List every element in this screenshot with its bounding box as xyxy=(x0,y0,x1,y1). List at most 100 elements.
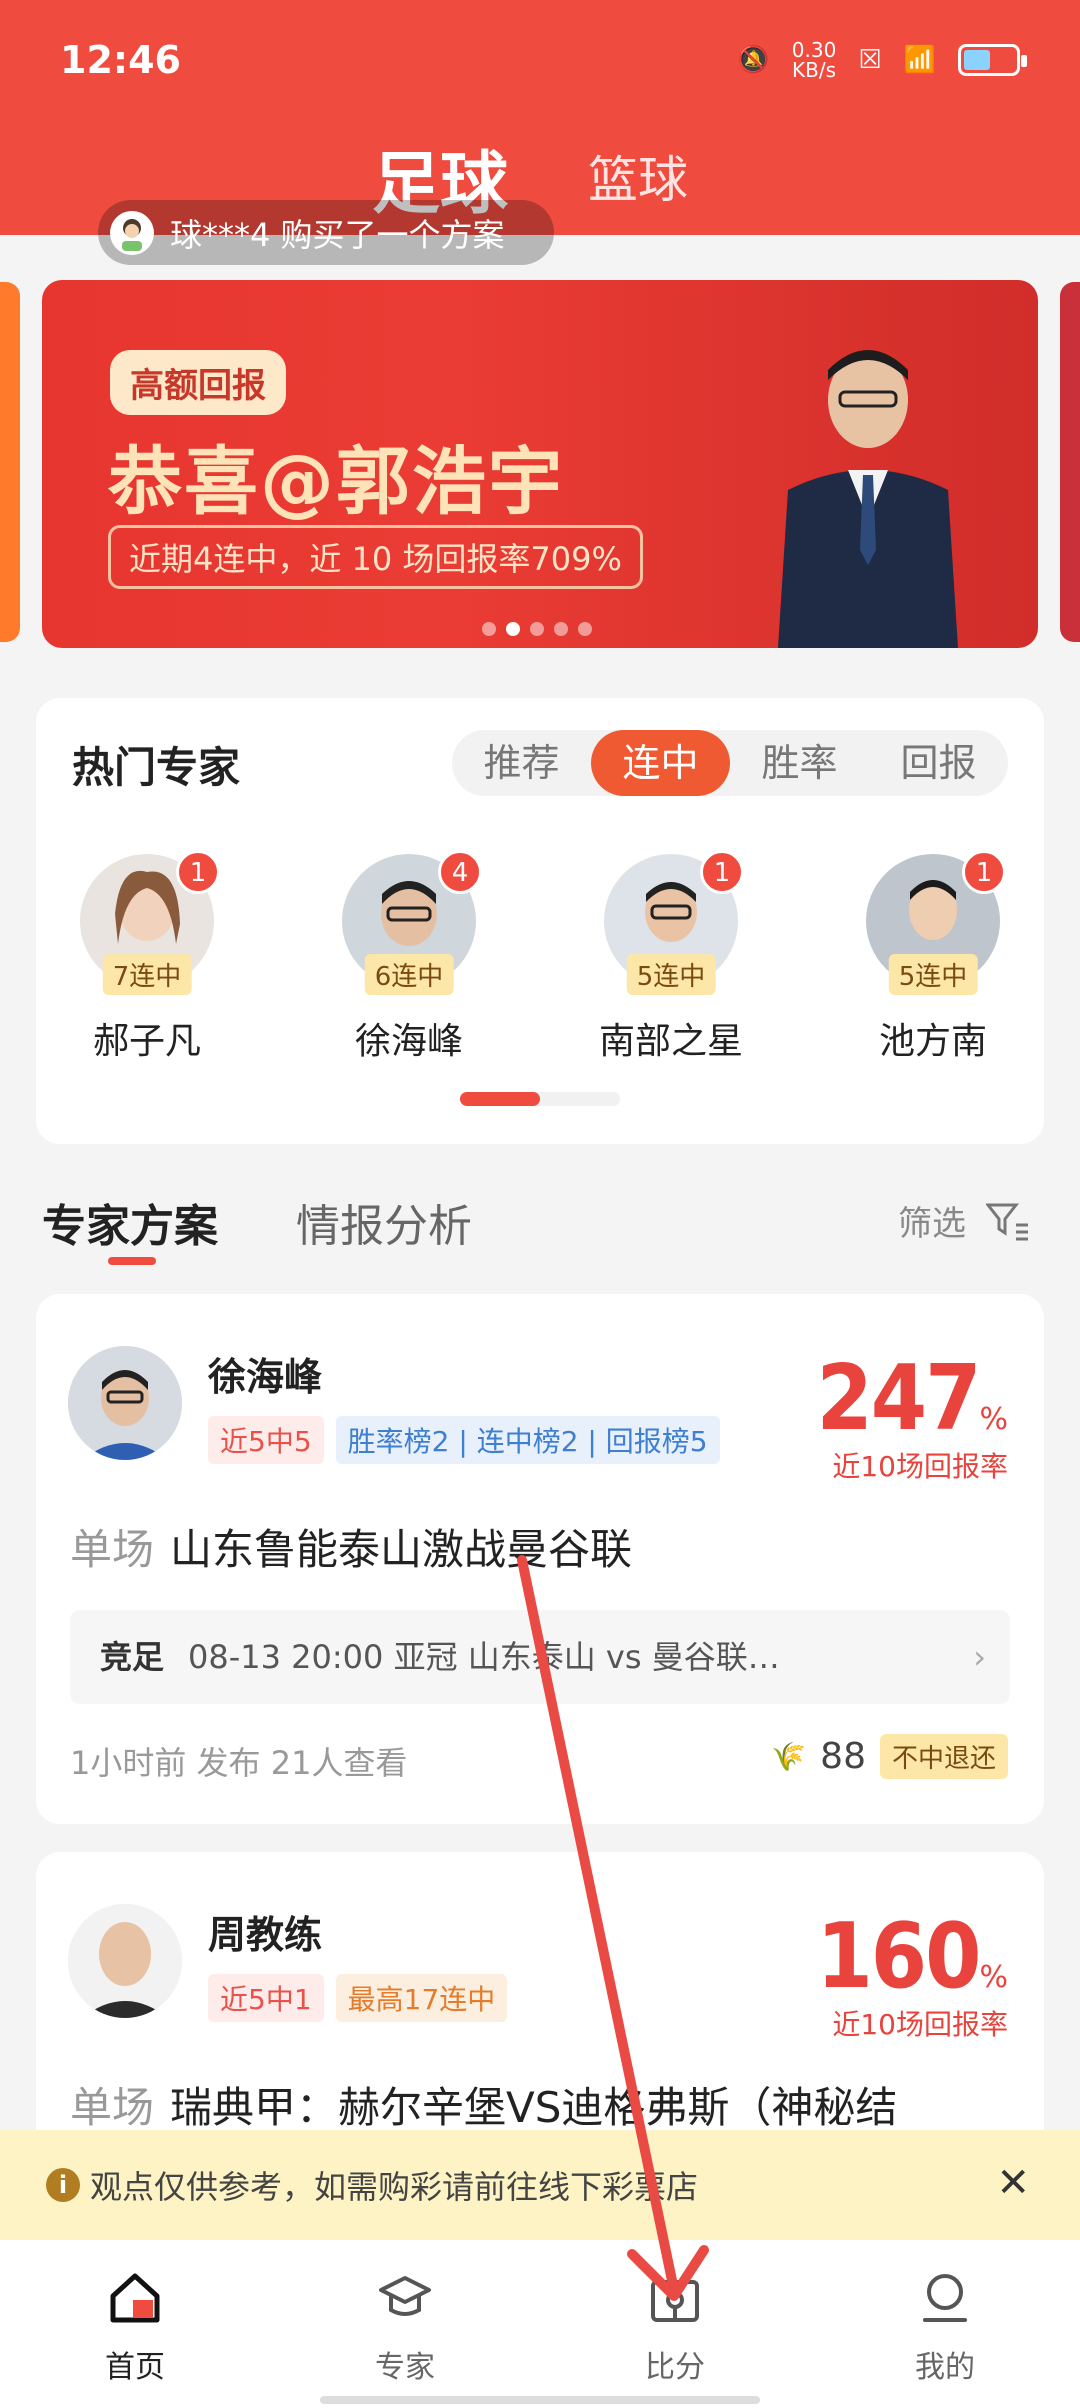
segment-winrate[interactable]: 胜率 xyxy=(730,730,869,796)
record-tag: 近5中5 xyxy=(208,1416,324,1464)
nav-label: 首页 xyxy=(105,2350,165,2385)
status-bar: 12:46 🔕 0.30 KB/s ☒ 📶 xyxy=(0,0,1080,120)
filter-button[interactable]: 筛选 xyxy=(898,1196,1030,1245)
ranking-segment: 推荐 连中 胜率 回报 xyxy=(452,730,1008,796)
close-icon[interactable]: ✕ xyxy=(996,2160,1030,2206)
avatar xyxy=(68,1346,182,1460)
home-icon xyxy=(110,2273,160,2323)
coin-icon: 🌾 xyxy=(771,1740,807,1773)
plan-title: 单场 瑞典甲：赫尔辛堡VS迪格弗斯（神秘结 xyxy=(70,2074,897,2135)
profile-icon xyxy=(923,2274,967,2322)
nav-profile[interactable]: 我的 xyxy=(810,2240,1080,2408)
filter-label: 筛选 xyxy=(898,1204,966,1244)
banner-next-peek[interactable] xyxy=(1060,282,1080,642)
streak-tag: 6连中 xyxy=(364,954,454,995)
disclaimer-text: 观点仅供参考，如需购彩请前往线下彩票店 xyxy=(90,2168,699,2206)
nav-label: 比分 xyxy=(645,2350,705,2385)
match-info: 08-13 20:00 亚冠 山东泰山 vs 曼谷联… xyxy=(188,1638,780,1676)
net-speed: 0.30 KB/s xyxy=(791,38,837,82)
tab-intel-analysis[interactable]: 情报分析 xyxy=(296,1190,472,1254)
streak-tag: 7连中 xyxy=(102,954,192,995)
bottom-nav: 首页 专家 比分 我的 xyxy=(0,2240,1080,2408)
return-rate-label: 近10场回报率 xyxy=(832,1450,1008,1483)
plan-card[interactable]: 周教练 近5中1 最高17连中 160% 近10场回报率 单场 瑞典甲：赫尔辛堡V… xyxy=(36,1852,1044,2152)
rank-tag: 胜率榜2 | 连中榜2 | 回报榜5 xyxy=(335,1416,720,1464)
hot-experts-title: 热门专家 xyxy=(72,743,241,792)
promo-banner[interactable]: 高额回报 恭喜@郭浩宇 近期4连中，近 10 场回报率709% xyxy=(42,280,1038,648)
banner-prev-peek[interactable] xyxy=(0,282,20,642)
return-rate-value: 160 xyxy=(816,1904,981,2009)
banner-pill: 高额回报 xyxy=(110,350,286,415)
return-rate-unit: % xyxy=(979,1402,1008,1437)
nav-home[interactable]: 首页 xyxy=(0,2240,270,2408)
nav-scores[interactable]: 比分 xyxy=(540,2240,810,2408)
wifi-icon: 📶 xyxy=(903,45,936,75)
segment-recommend[interactable]: 推荐 xyxy=(452,730,591,796)
banner-dots xyxy=(482,622,592,636)
active-tab-underline xyxy=(108,1257,156,1265)
return-rate: 247% 近10场回报率 xyxy=(816,1346,1008,1485)
avatar xyxy=(68,1904,182,2018)
plan-title-text: 山东鲁能泰山激战曼谷联 xyxy=(170,1525,633,1574)
segment-streak[interactable]: 连中 xyxy=(591,730,730,796)
expert-name: 徐海峰 xyxy=(208,1355,323,1399)
mute-icon: 🔕 xyxy=(737,45,770,75)
banner-headline: 恭喜@郭浩宇 xyxy=(108,439,564,525)
nav-label: 专家 xyxy=(375,2350,435,2385)
expert-name: 南部之星 xyxy=(598,1021,743,1062)
info-icon: i xyxy=(46,2168,80,2202)
status-icons: 🔕 0.30 KB/s ☒ 📶 xyxy=(737,38,1027,82)
return-rate-label: 近10场回报率 xyxy=(832,2008,1008,2041)
graduation-cap-icon xyxy=(379,2276,431,2316)
battery-icon xyxy=(958,44,1027,76)
refund-tag: 不中退还 xyxy=(879,1734,1008,1779)
home-indicator xyxy=(320,2396,760,2404)
streak-tag: 最高17连中 xyxy=(335,1974,508,2022)
hot-experts-card: 热门专家 推荐 连中 胜率 回报 1 7连中 郝子凡 4 6连中 徐海峰 1 5… xyxy=(36,698,1044,1144)
expert-scroll-indicator xyxy=(460,1092,620,1106)
nav-label: 我的 xyxy=(915,2350,975,2385)
tab-basketball[interactable]: 篮球 xyxy=(588,140,688,212)
user-avatar-icon xyxy=(110,210,154,255)
unread-badge: 1 xyxy=(176,850,220,894)
expert-photo xyxy=(778,350,958,648)
expert-item[interactable]: 1 7连中 郝子凡 xyxy=(72,850,222,1064)
expert-item[interactable]: 1 5连中 池方南 xyxy=(858,850,1008,1064)
status-time: 12:46 xyxy=(60,38,181,82)
nav-experts[interactable]: 专家 xyxy=(270,2240,540,2408)
unread-badge: 1 xyxy=(962,850,1006,894)
post-meta: 1小时前 发布 21人查看 xyxy=(70,1744,408,1782)
tab-expert-plans[interactable]: 专家方案 xyxy=(42,1190,218,1254)
price-block: 🌾 88 不中退还 xyxy=(771,1734,1008,1779)
plan-type: 单场 xyxy=(70,2083,155,2132)
plan-type: 单场 xyxy=(70,1525,155,1574)
plan-card[interactable]: 徐海峰 近5中5 胜率榜2 | 连中榜2 | 回报榜5 247% 近10场回报率… xyxy=(36,1294,1044,1824)
streak-tag: 5连中 xyxy=(888,954,978,995)
marquee-text: 球***4 购买了一个方案 xyxy=(170,215,505,254)
expert-name: 周教练 xyxy=(208,1913,323,1957)
expert-name: 池方南 xyxy=(878,1021,987,1062)
expert-item[interactable]: 1 5连中 南部之星 xyxy=(596,850,746,1064)
expert-tags: 近5中1 最高17连中 xyxy=(208,1974,508,2022)
expert-name: 徐海峰 xyxy=(354,1021,463,1062)
filter-icon xyxy=(986,1203,1028,1240)
scoreboard-icon xyxy=(651,2280,699,2322)
return-rate: 160% 近10场回报率 xyxy=(816,1904,1008,2043)
chevron-right-icon: › xyxy=(973,1638,986,1676)
screen: { "status": { "time": "12:46", "net_spee… xyxy=(0,0,1080,2408)
plan-title-text: 瑞典甲：赫尔辛堡VS迪格弗斯（神秘结 xyxy=(170,2083,898,2132)
expert-item[interactable]: 4 6连中 徐海峰 xyxy=(334,850,484,1064)
close-box-icon: ☒ xyxy=(858,45,882,75)
disclaimer-bar: i 观点仅供参考，如需购彩请前往线下彩票店 ✕ xyxy=(0,2130,1080,2240)
expert-name: 郝子凡 xyxy=(92,1021,201,1062)
banner-subline: 近期4连中，近 10 场回报率709% xyxy=(108,525,643,589)
match-row[interactable]: 竞足 08-13 20:00 亚冠 山东泰山 vs 曼谷联… › xyxy=(70,1610,1010,1704)
record-tag: 近5中1 xyxy=(208,1974,324,2022)
league-tag: 竞足 xyxy=(100,1638,165,1676)
return-rate-value: 247 xyxy=(816,1346,981,1451)
expert-list: 1 7连中 郝子凡 4 6连中 徐海峰 1 5连中 南部之星 1 5连中 池方南 xyxy=(72,850,1008,1064)
return-rate-unit: % xyxy=(979,1960,1008,1995)
unread-badge: 4 xyxy=(438,850,482,894)
streak-tag: 5连中 xyxy=(626,954,716,995)
segment-return[interactable]: 回报 xyxy=(869,730,1008,796)
